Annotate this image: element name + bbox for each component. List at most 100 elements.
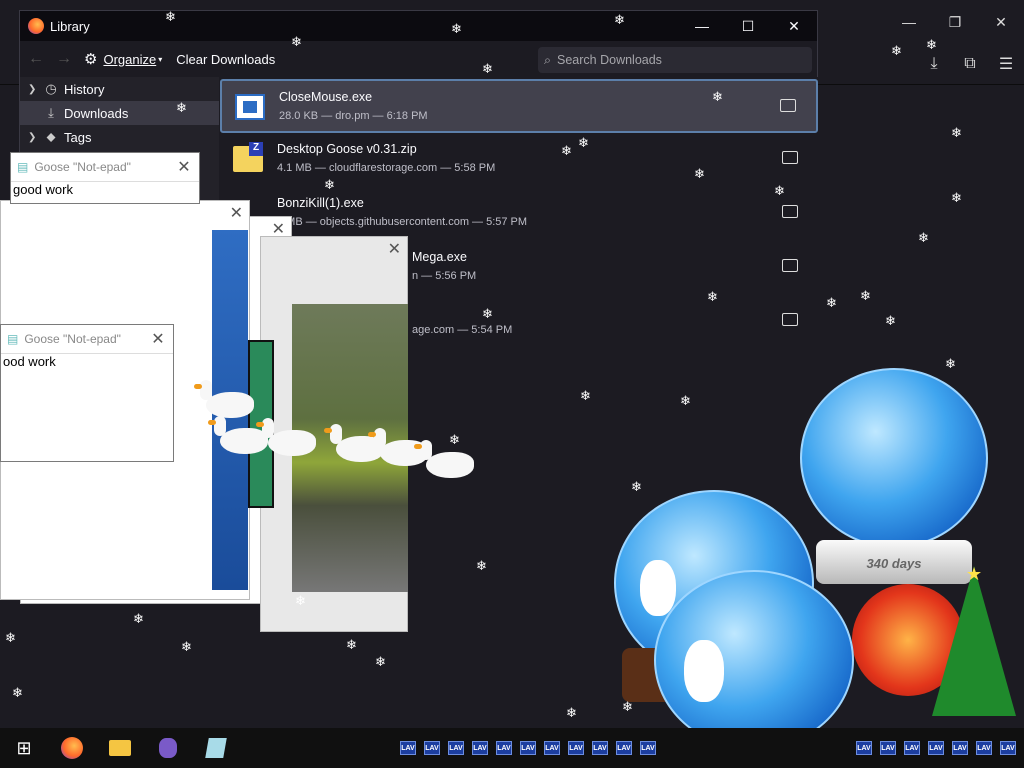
lav-tray-icon[interactable]: LAV (400, 741, 416, 755)
snowflake-icon: ❄ (346, 637, 357, 652)
extensions-icon[interactable]: ⧉ (952, 44, 988, 84)
goose-icon[interactable] (194, 380, 254, 418)
snowflake-icon: ❄ (622, 699, 633, 714)
download-meta: 28.0 KB — dro.pm — 6:18 PM (279, 110, 428, 122)
snowflake-icon: ❄ (580, 388, 591, 403)
notepad-window: ▤ Goose "Not-epad" ✕ ood work (0, 324, 174, 462)
snowflake-icon: ❄ (614, 12, 625, 27)
organize-button[interactable]: ⚙ Organize ▾ (84, 50, 162, 68)
folder-icon[interactable] (782, 313, 798, 326)
chevron-right-icon[interactable]: ❯ (28, 132, 42, 143)
snowflake-icon: ❄ (707, 289, 718, 304)
window-controls: — ❐ ✕ (886, 0, 1024, 44)
download-meta: n — 5:56 PM (412, 270, 477, 282)
lav-tray-icon[interactable]: LAV (952, 741, 968, 755)
lav-tray-icon[interactable]: LAV (472, 741, 488, 755)
download-meta: age.com — 5:54 PM (412, 324, 513, 336)
lav-tray-icon[interactable]: LAV (496, 741, 512, 755)
folder-icon[interactable] (780, 99, 796, 112)
download-name: Desktop Goose v0.31.zip (277, 142, 417, 156)
notepad-text[interactable]: good work (11, 181, 199, 197)
lav-tray-icon[interactable]: LAV (424, 741, 440, 755)
gear-icon: ⚙ (84, 51, 98, 68)
notepad-icon: ▤ (17, 160, 29, 174)
clear-downloads-button[interactable]: Clear Downloads (176, 52, 275, 67)
lav-tray-icon[interactable]: LAV (544, 741, 560, 755)
lav-tray-icon[interactable]: LAV (880, 741, 896, 755)
sidebar-item-label: History (64, 81, 105, 97)
snowflake-icon: ❄ (885, 313, 896, 328)
close-icon[interactable]: ✕ (388, 239, 401, 259)
snowman-icon (640, 560, 676, 616)
close-icon[interactable]: ✕ (978, 0, 1024, 44)
folder-icon[interactable] (782, 259, 798, 272)
sidebar-item-downloads[interactable]: ⤓ Downloads (20, 101, 219, 125)
notepad-icon: ▤ (7, 332, 19, 346)
close-icon[interactable]: ✕ (143, 329, 173, 349)
snowflake-icon: ❄ (578, 135, 589, 150)
goose-icon[interactable] (256, 418, 316, 456)
snowflake-icon: ❄ (694, 166, 705, 181)
clock-icon: ◷ (45, 81, 57, 96)
download-name: BonziKill(1).exe (277, 196, 364, 210)
globe-label: 340 days (866, 556, 922, 571)
maximize-icon[interactable]: ☐ (725, 11, 771, 41)
lav-tray-icon[interactable]: LAV (640, 741, 656, 755)
lav-tray-icon[interactable]: LAV (520, 741, 536, 755)
chevron-right-icon[interactable]: ❯ (28, 84, 42, 95)
snowflake-icon: ❄ (774, 183, 785, 198)
notepad-titlebar: ▤ Goose "Not-epad" ✕ (1, 325, 173, 353)
close-icon[interactable]: ✕ (230, 203, 243, 223)
chevron-down-icon: ▾ (158, 54, 163, 64)
lav-tray-icon[interactable]: LAV (448, 741, 464, 755)
minimize-icon[interactable]: — (679, 11, 725, 41)
snowflake-icon: ❄ (165, 9, 176, 24)
lav-tray-icon[interactable]: LAV (928, 741, 944, 755)
list-item[interactable]: BonziKill(1).exe 8 MB — objects.githubus… (220, 187, 818, 241)
goose-icon[interactable] (414, 440, 474, 478)
download-name: CloseMouse.exe (279, 90, 373, 104)
folder-icon[interactable] (782, 205, 798, 218)
snowflake-icon: ❄ (631, 479, 642, 494)
folder-icon[interactable] (782, 151, 798, 164)
notepad-text[interactable]: ood work (1, 353, 173, 461)
lav-tray-icon[interactable]: LAV (904, 741, 920, 755)
sidebar-item-history[interactable]: ❯ ◷ History (20, 77, 219, 101)
snowflake-icon: ❄ (926, 37, 937, 52)
search-placeholder: Search Downloads (557, 53, 662, 67)
tag-icon: ⬥ (46, 129, 56, 144)
library-title: Library (50, 18, 90, 34)
menu-icon[interactable]: ☰ (988, 44, 1024, 84)
windows-start-icon[interactable]: ⊞ (0, 728, 48, 768)
search-input[interactable]: ⌕ Search Downloads (538, 47, 812, 73)
sidebar-item-tags[interactable]: ❯ ⬥ Tags (20, 125, 219, 149)
snowflake-icon: ❄ (680, 393, 691, 408)
library-titlebar: Library — ☐ ✕ (20, 11, 817, 41)
firefox-icon[interactable] (48, 728, 96, 768)
close-icon[interactable]: ✕ (771, 11, 817, 41)
snowflake-icon: ❄ (482, 306, 493, 321)
lav-tray-icon[interactable]: LAV (976, 741, 992, 755)
file-explorer-icon[interactable] (96, 728, 144, 768)
snowflake-icon: ❄ (133, 611, 144, 626)
list-item[interactable]: Z Desktop Goose v0.31.zip 4.1 MB — cloud… (220, 133, 818, 187)
list-item[interactable]: CloseMouse.exe 28.0 KB — dro.pm — 6:18 P… (220, 79, 818, 133)
bonzi-icon[interactable] (144, 728, 192, 768)
sidebar-item-label: Tags (64, 129, 92, 145)
lav-tray-icon[interactable]: LAV (592, 741, 608, 755)
snowflake-icon: ❄ (945, 356, 956, 371)
restore-icon[interactable]: ❐ (932, 0, 978, 44)
lav-tray-icon[interactable]: LAV (616, 741, 632, 755)
christmas-tree-icon (932, 566, 1016, 716)
forward-icon[interactable]: → (56, 50, 72, 68)
snowflake-icon: ❄ (951, 125, 962, 140)
snowflake-icon: ❄ (176, 100, 187, 115)
snow-globe (800, 368, 988, 548)
back-icon[interactable]: ← (28, 50, 44, 68)
goose-icon[interactable] (208, 416, 268, 454)
close-icon[interactable]: ✕ (169, 157, 199, 177)
lav-tray-icon[interactable]: LAV (1000, 741, 1016, 755)
lav-tray-icon[interactable]: LAV (568, 741, 584, 755)
notepad-icon[interactable] (192, 728, 240, 768)
lav-tray-icon[interactable]: LAV (856, 741, 872, 755)
